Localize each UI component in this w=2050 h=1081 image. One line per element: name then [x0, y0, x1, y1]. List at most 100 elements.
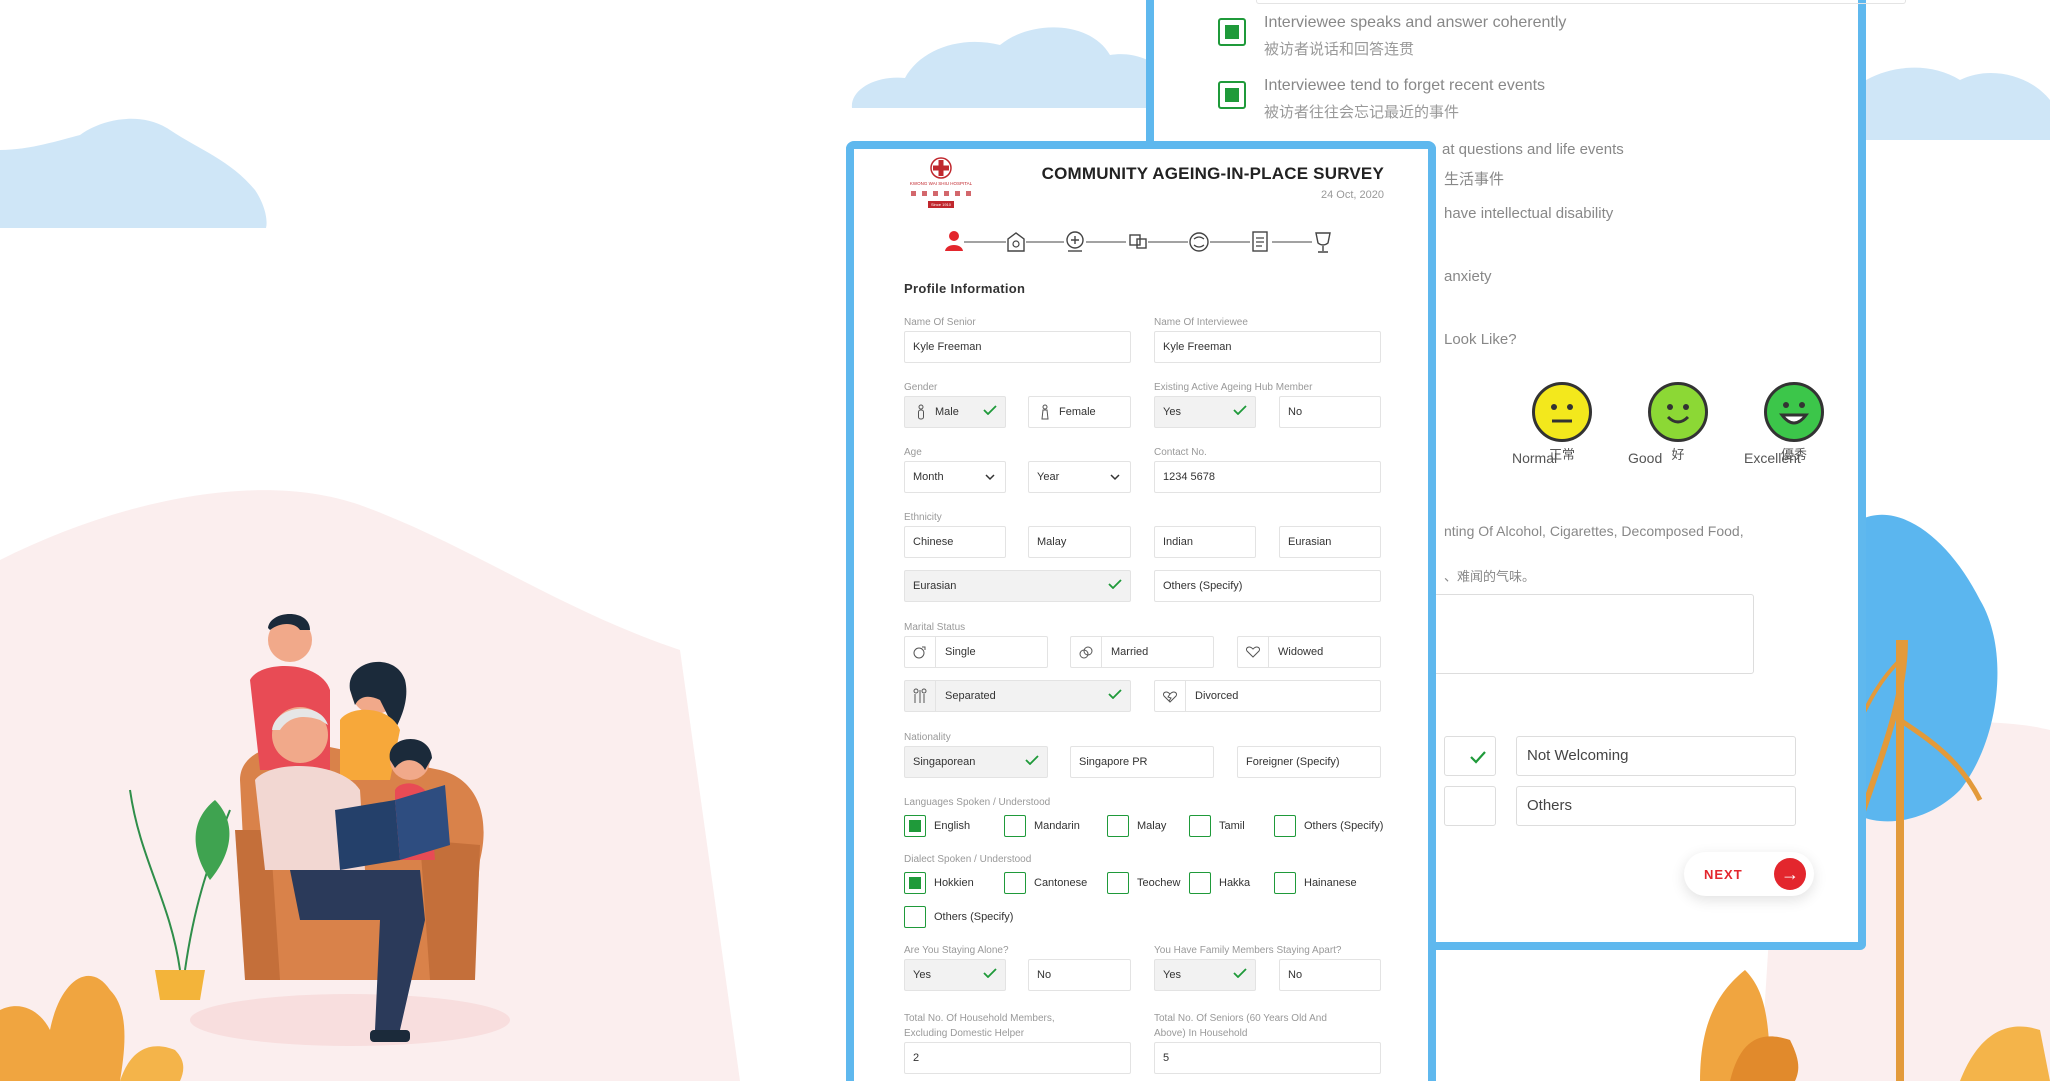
name-of-interviewee-input[interactable]: Kyle Freeman — [1154, 331, 1381, 363]
contact-label: Contact No. — [1154, 447, 1207, 458]
next-button[interactable]: NEXT → — [1684, 852, 1814, 896]
back-top-input[interactable] — [1256, 0, 1906, 4]
option-others[interactable]: Others — [1516, 786, 1796, 826]
checkbox — [1004, 872, 1026, 894]
male-icon — [918, 404, 924, 420]
language-english-checkbox[interactable]: English — [904, 815, 970, 837]
checkbox-coherent[interactable] — [1218, 18, 1246, 46]
hub-member-yes-option[interactable]: Yes — [1154, 396, 1256, 428]
welcoming-option-selected[interactable] — [1444, 736, 1496, 776]
marital-divorced-option[interactable]: Divorced — [1154, 680, 1381, 712]
female-icon — [1041, 404, 1049, 420]
mood-good-label: Good — [1628, 450, 1663, 466]
mood-good[interactable]: Good 好 — [1628, 382, 1728, 466]
dialect-hakka-checkbox[interactable]: Hakka — [1189, 872, 1250, 894]
check-icon — [983, 405, 997, 415]
fragment-intellectual: have intellectual disability — [1444, 205, 1614, 222]
marital-widowed-option[interactable]: Widowed — [1237, 636, 1381, 668]
gender-male-option[interactable]: Male — [904, 396, 1006, 428]
checkbox — [904, 906, 926, 928]
check-icon — [1233, 405, 1247, 415]
remarks-textarea[interactable] — [1404, 594, 1754, 674]
step-home-care-icon[interactable] — [1007, 232, 1025, 252]
nationality-foreigner-option[interactable]: Foreigner (Specify) — [1237, 746, 1381, 778]
chevron-down-icon — [1110, 474, 1120, 481]
back-checkbox-row-forget[interactable]: Interviewee tend to forget recent events… — [1218, 73, 1545, 125]
broken-heart-icon — [1163, 691, 1177, 703]
dialect-others-checkbox[interactable]: Others (Specify) — [904, 906, 1013, 928]
nationality-singaporean-option[interactable]: Singaporean — [904, 746, 1048, 778]
checkbox-forget[interactable] — [1218, 81, 1246, 109]
step-social-icon[interactable] — [1129, 234, 1147, 249]
step-health-icon[interactable] — [1066, 231, 1084, 252]
dialect-cantonese-checkbox[interactable]: Cantonese — [1004, 872, 1087, 894]
survey-date: 24 Oct, 2020 — [1321, 189, 1384, 201]
fragment-alcohol: nting Of Alcohol, Cigarettes, Decomposed… — [1444, 523, 1744, 539]
neutral-face-icon — [1532, 382, 1592, 442]
fragment-look-like: Look Like? — [1444, 331, 1517, 348]
language-mandarin-checkbox[interactable]: Mandarin — [1004, 815, 1080, 837]
fragment-odour-cn: 、难闻的气味。 — [1444, 570, 1536, 585]
step-brain-icon[interactable] — [1189, 232, 1209, 252]
dialect-hokkien-checkbox[interactable]: Hokkien — [904, 872, 974, 894]
ethnicity-eurasian-option[interactable]: Eurasian — [1279, 526, 1381, 558]
widowed-heart-icon — [1246, 646, 1260, 658]
contact-input[interactable]: 1234 5678 — [1154, 461, 1381, 493]
marital-separated-option[interactable]: Separated — [904, 680, 1131, 712]
step-user-icon[interactable] — [945, 231, 963, 251]
gender-label: Gender — [904, 382, 938, 393]
nationality-pr-option[interactable]: Singapore PR — [1070, 746, 1214, 778]
fragment-questions-en: at questions and life events — [1442, 141, 1624, 158]
back-checkbox-row-coherent[interactable]: Interviewee speaks and answer coherently… — [1218, 10, 1566, 62]
age-year-select[interactable]: Year — [1028, 461, 1131, 493]
check-icon — [1108, 579, 1122, 589]
language-malay-checkbox[interactable]: Malay — [1107, 815, 1166, 837]
checkbox — [1189, 872, 1211, 894]
mood-excellent[interactable]: Excellent 優秀 — [1744, 382, 1844, 466]
ethnicity-selected-value[interactable]: Eurasian — [904, 570, 1131, 602]
progress-stepper — [945, 231, 1331, 253]
fragment-anxiety: anxiety — [1444, 268, 1492, 285]
option-not-welcoming[interactable]: Not Welcoming — [1516, 736, 1796, 776]
age-label: Age — [904, 447, 922, 458]
check-icon — [983, 968, 997, 978]
dialect-teochew-checkbox[interactable]: Teochew — [1107, 872, 1180, 894]
age-month-select[interactable]: Month — [904, 461, 1006, 493]
check-icon — [1025, 755, 1039, 765]
name-of-interviewee-label: Name Of Interviewee — [1154, 317, 1248, 328]
next-button-label: NEXT — [1704, 866, 1743, 882]
staying-alone-no-option[interactable]: No — [1028, 959, 1131, 991]
hub-member-no-option[interactable]: No — [1279, 396, 1381, 428]
mood-excellent-label: Excellent — [1744, 450, 1801, 466]
item-forget-cn: 被访者往往会忘记最近的事件 — [1264, 103, 1460, 121]
option-blank[interactable] — [1444, 786, 1496, 826]
marital-single-option[interactable]: Single — [904, 636, 1048, 668]
checkbox-checked — [904, 872, 926, 894]
grin-face-icon — [1764, 382, 1824, 442]
name-of-senior-input[interactable]: Kyle Freeman — [904, 331, 1131, 363]
ethnicity-malay-option[interactable]: Malay — [1028, 526, 1131, 558]
language-tamil-checkbox[interactable]: Tamil — [1189, 815, 1245, 837]
ethnicity-others-input[interactable]: Others (Specify) — [1154, 570, 1381, 602]
chevron-down-icon — [985, 474, 995, 481]
gender-female-option[interactable]: Female — [1028, 396, 1131, 428]
hub-member-label: Existing Active Ageing Hub Member — [1154, 382, 1313, 393]
section-profile-information: Profile Information — [904, 281, 1026, 296]
household-members-input[interactable]: 2 — [904, 1042, 1131, 1074]
ethnicity-chinese-option[interactable]: Chinese — [904, 526, 1006, 558]
family-apart-yes-option[interactable]: Yes — [1154, 959, 1256, 991]
marital-married-option[interactable]: Married — [1070, 636, 1214, 668]
step-document-icon[interactable] — [1252, 231, 1268, 252]
separated-people-icon — [913, 688, 927, 703]
seniors-in-household-input[interactable]: 5 — [1154, 1042, 1381, 1074]
family-apart-no-option[interactable]: No — [1279, 959, 1381, 991]
staying-alone-yes-option[interactable]: Yes — [904, 959, 1006, 991]
step-trophy-icon[interactable] — [1315, 232, 1331, 253]
mood-normal[interactable]: Normal 正常 — [1512, 382, 1612, 466]
ethnicity-indian-option[interactable]: Indian — [1154, 526, 1256, 558]
language-others-checkbox[interactable]: Others (Specify) — [1274, 815, 1383, 837]
check-icon — [1470, 751, 1486, 764]
family-apart-label: You Have Family Members Staying Apart? — [1154, 945, 1342, 956]
dialect-hainanese-checkbox[interactable]: Hainanese — [1274, 872, 1357, 894]
item-coherent-cn: 被访者说话和回答连贯 — [1264, 40, 1415, 58]
